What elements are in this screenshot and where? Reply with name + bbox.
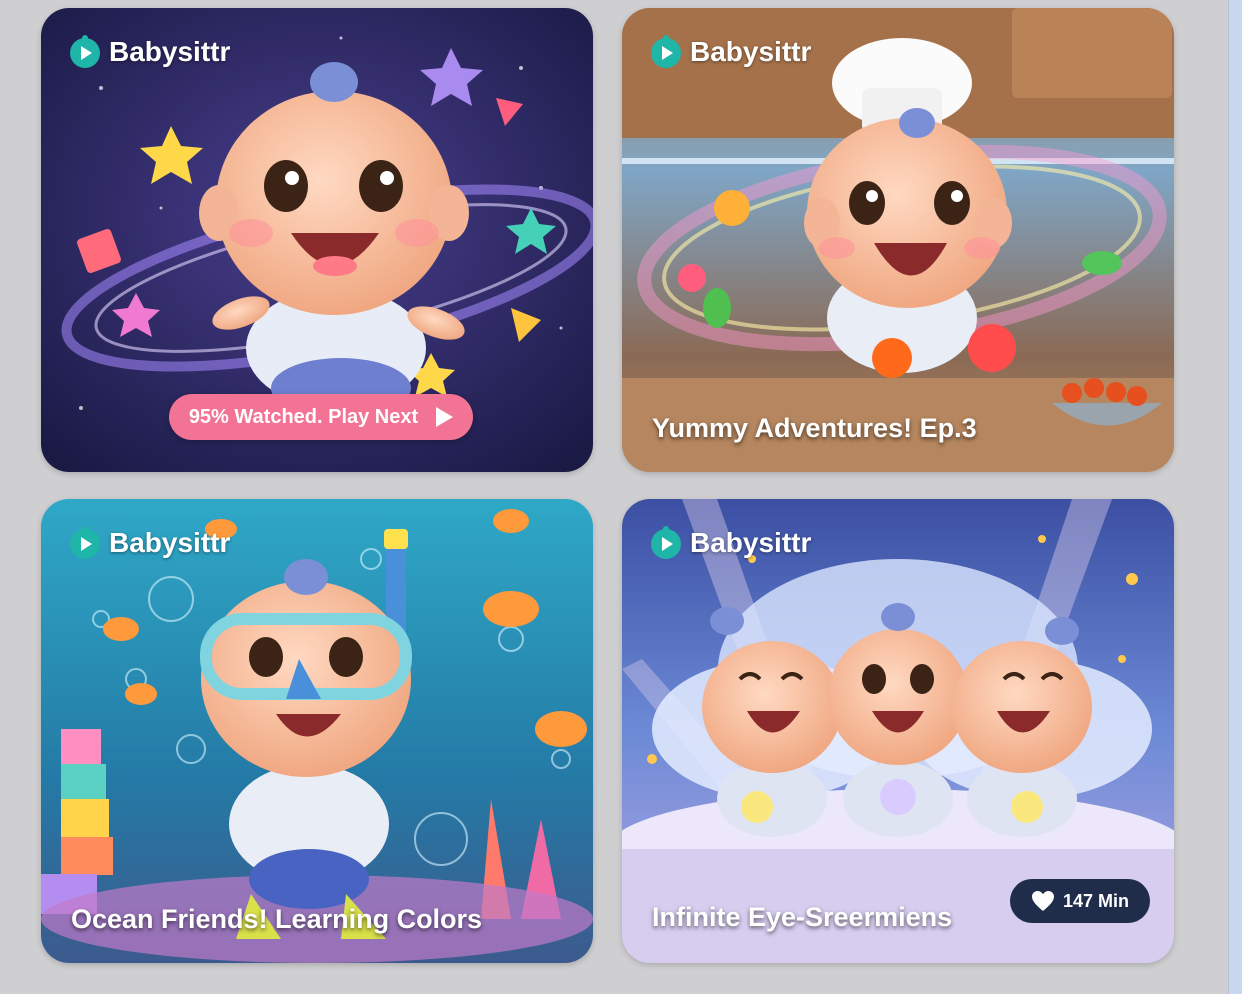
play-icon	[436, 407, 454, 427]
page-scrollbar[interactable]	[1228, 0, 1242, 994]
brand-logo: Babysittr	[67, 34, 230, 70]
video-title: Ocean Friends! Learning Colors	[71, 904, 483, 934]
video-card-kitchen[interactable]: Babysittr Yummy Adventures! Ep.3	[622, 8, 1174, 472]
heart-icon	[1031, 891, 1054, 911]
video-title: Yummy Adventures! Ep.3	[652, 413, 977, 443]
video-title: Infinite Eye-Sreermiens	[652, 902, 953, 932]
brand-play-icon	[70, 526, 100, 559]
video-card-clouds[interactable]: Babysittr Infinite Eye-Sreermiens 147 Mi…	[622, 499, 1174, 963]
ocean-thumbnail-art	[41, 499, 593, 963]
brand-name: Babysittr	[690, 36, 812, 67]
duration-label: 147 Min	[1062, 890, 1130, 911]
brand-name: Babysittr	[109, 36, 231, 67]
video-card-space[interactable]: Babysittr 95% Watched. Play Next	[41, 8, 593, 472]
brand-logo: Babysittr	[648, 34, 811, 70]
brand-name: Babysittr	[109, 527, 231, 558]
brand-logo: Babysittr	[648, 525, 811, 561]
brand-play-icon	[651, 35, 681, 68]
brand-play-icon	[651, 526, 681, 559]
play-next-label: 95% Watched. Play Next	[188, 405, 419, 428]
kitchen-thumbnail-art	[622, 8, 1174, 472]
brand-logo: Babysittr	[67, 525, 230, 561]
play-next-button[interactable]: 95% Watched. Play Next	[169, 394, 473, 440]
brand-play-icon	[70, 35, 100, 68]
video-card-ocean[interactable]: Babysittr Ocean Friends! Learning Colors	[41, 499, 593, 963]
brand-name: Babysittr	[690, 527, 812, 558]
duration-badge[interactable]: 147 Min	[1010, 879, 1150, 923]
